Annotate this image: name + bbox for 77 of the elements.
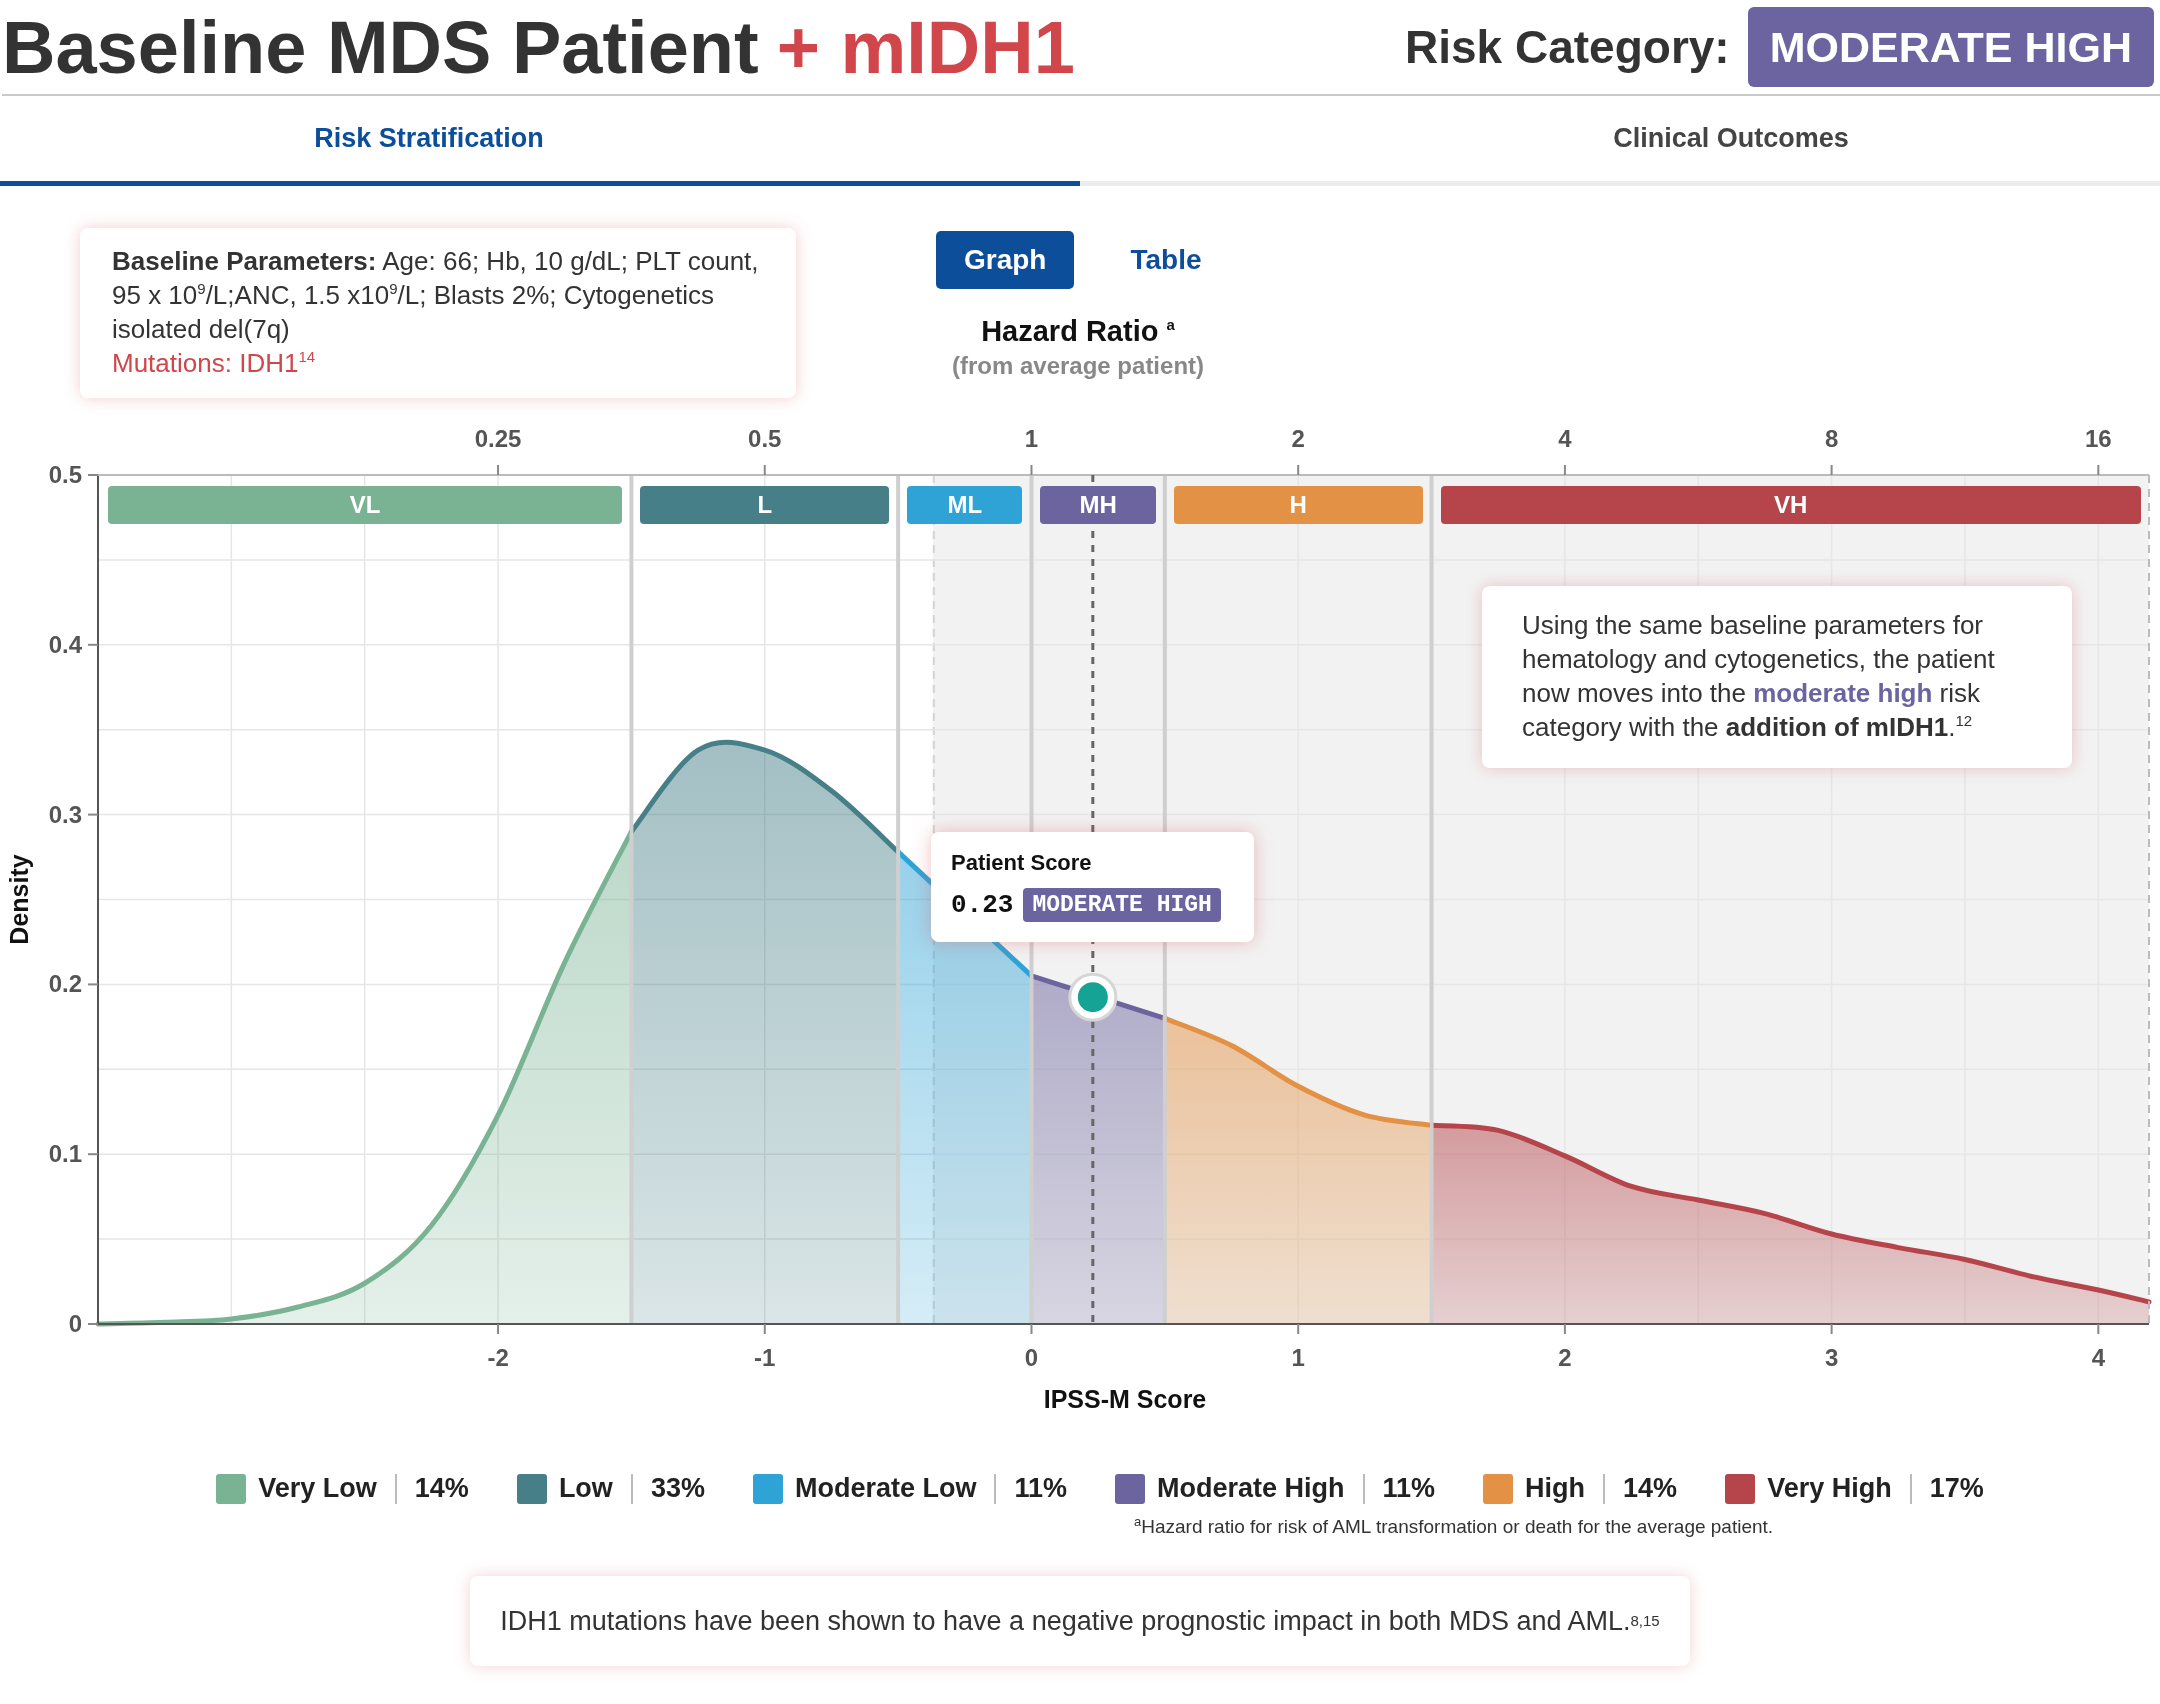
legend-percent: 17% bbox=[1929, 1473, 1984, 1504]
tick-mark bbox=[1830, 464, 1833, 476]
page-title-addition: + mIDH1 bbox=[776, 4, 1075, 90]
footnote-text: $^{a}$Hazard ratio for risk of AML transformation or death for the average patient. bbox=[1134, 1514, 1775, 1539]
tick-mark bbox=[1030, 464, 1033, 476]
legend-percent: 14% bbox=[1623, 1473, 1678, 1504]
legend-label: Moderate Low bbox=[794, 1473, 977, 1504]
patient-marker bbox=[1068, 972, 1118, 1022]
axis-tick-label: 0.4 bbox=[48, 630, 82, 658]
legend-label: Low bbox=[558, 1473, 613, 1504]
graph-view-button[interactable]: Graph bbox=[936, 231, 1075, 289]
hazard-ratio-subtitle: (from average patient) bbox=[951, 352, 1205, 380]
x-axis-title: IPSS-M Score bbox=[1043, 1385, 1207, 1413]
axis-tick-label: 0.3 bbox=[48, 800, 82, 828]
axis-tick-label: 0.5 bbox=[48, 461, 82, 488]
legend-label: Moderate High bbox=[1157, 1473, 1345, 1504]
y-axis-title: Density bbox=[5, 854, 33, 945]
risk-category-label: Risk Category: bbox=[1405, 20, 1730, 74]
axis-tick-label: -2 bbox=[487, 1344, 509, 1371]
axis-tick-label: 2 bbox=[1558, 1344, 1572, 1371]
axis-tick-label: 0.2 bbox=[48, 970, 82, 998]
view-toggle-button[interactable]: Table bbox=[1102, 231, 1230, 289]
legend-label: Very Low bbox=[258, 1473, 377, 1504]
info-note-card: IDH1 mutations have been shown to have a negative prognostic impact in both MDS and AML.$^{8,15}$ bbox=[470, 1576, 1690, 1667]
tick-mark bbox=[763, 464, 766, 476]
tick-mark bbox=[87, 813, 99, 816]
patient-score-value: 0.23 bbox=[951, 890, 1014, 920]
legend-percent: 11% bbox=[1382, 1473, 1436, 1504]
tick-mark bbox=[1297, 1323, 1300, 1335]
axis-tick-label: 4 bbox=[1558, 425, 1572, 452]
legend-percent: 11% bbox=[1014, 1473, 1067, 1504]
tick-mark bbox=[497, 464, 500, 476]
legend-label: High bbox=[1525, 1473, 1586, 1504]
tick-mark bbox=[87, 1323, 99, 1325]
axis-tick-label: 3 bbox=[1824, 1344, 1839, 1371]
risk-band-tag: MH bbox=[1040, 486, 1156, 524]
axis-tick-label: -1 bbox=[754, 1344, 776, 1371]
tick-mark bbox=[87, 643, 99, 646]
axis-tick-label: 0 bbox=[1024, 1344, 1039, 1371]
tick-mark bbox=[87, 1153, 99, 1156]
page-title: Baseline MDS Patient bbox=[2, 4, 759, 90]
risk-band-tag: L bbox=[640, 486, 890, 524]
axis-tick-label: 8 bbox=[1824, 425, 1839, 452]
tick-mark bbox=[1297, 464, 1300, 476]
axis-tick-label: 0 bbox=[68, 1310, 82, 1337]
risk-band-tag: VH bbox=[1440, 486, 2141, 524]
mutations-text: Mutations: IDH1$^{14}$ bbox=[112, 347, 317, 380]
tick-mark bbox=[2097, 464, 2100, 476]
risk-band-tag: ML bbox=[907, 486, 1023, 524]
tick-mark bbox=[1830, 1323, 1833, 1335]
legend-label: Very High bbox=[1767, 1473, 1892, 1504]
axis-tick-label: 16 bbox=[2084, 425, 2112, 452]
axis-tick-label: 1 bbox=[1024, 425, 1039, 452]
tick-mark bbox=[87, 983, 99, 986]
axis-tick-label: 2 bbox=[1291, 425, 1305, 452]
tooltip-title: Patient Score bbox=[951, 850, 1093, 876]
hazard-ratio-title: Hazard Ratio $^{a}$ bbox=[981, 315, 1175, 348]
axis-tick-label: 0.5 bbox=[748, 425, 782, 452]
tick-mark bbox=[1563, 1323, 1566, 1335]
axis-tick-label: 0.25 bbox=[474, 425, 522, 452]
risk-note-card: Using the same baseline parameters for hematology and cytogenetics, the patient now moves into the moderate high risk category with the addition of mIDH1.$^{12}$ bbox=[1482, 586, 2072, 768]
risk-band-tag: H bbox=[1173, 486, 1423, 524]
tick-mark bbox=[87, 474, 99, 476]
tick-mark bbox=[1030, 1323, 1033, 1335]
tick-mark bbox=[2097, 1323, 2100, 1335]
tick-mark bbox=[1563, 464, 1566, 476]
legend-percent: 33% bbox=[650, 1473, 705, 1504]
axis-tick-label: 4 bbox=[2091, 1344, 2105, 1371]
risk-band-tag: VL bbox=[108, 486, 623, 524]
axis-tick-label: 1 bbox=[1291, 1344, 1305, 1371]
tick-mark bbox=[497, 1323, 500, 1335]
risk-category-badge: MODERATE HIGH bbox=[1023, 888, 1221, 922]
axis-tick-label: 0.1 bbox=[48, 1140, 82, 1168]
baseline-parameters-text: Baseline Parameters: Age: 66; Hb, 10 g/dL; PLT count, 95 x 10$^{9}$/L;ANC, 1.5 x10$^{9}$/L; Blasts 2%; Cytogenetics isolated del(7q) bbox=[112, 245, 760, 346]
risk-category-badge: MODERATE HIGH bbox=[1747, 7, 2154, 87]
legend-percent: 14% bbox=[414, 1473, 469, 1504]
tick-mark bbox=[763, 1323, 766, 1335]
